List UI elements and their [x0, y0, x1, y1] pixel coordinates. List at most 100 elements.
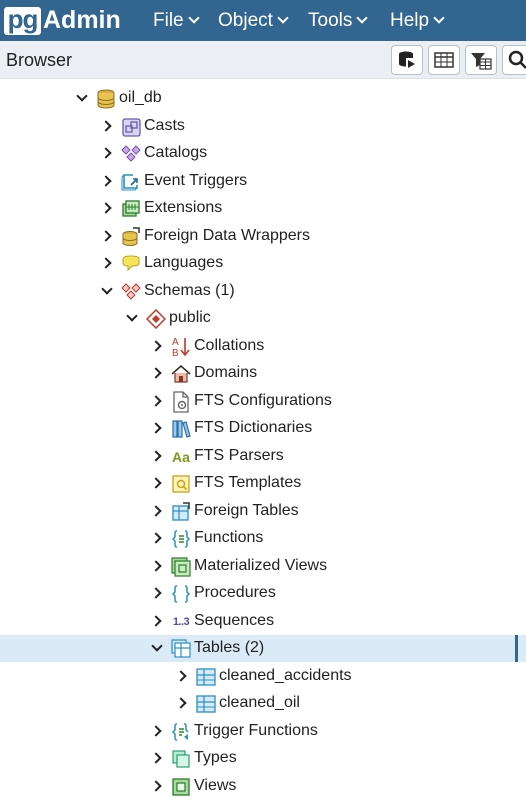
tree-node-foreign-tables[interactable]: Foreign Tables	[0, 498, 526, 525]
expand-toggle[interactable]	[99, 147, 113, 159]
expand-toggle[interactable]	[149, 477, 163, 489]
tree-node-event-triggers[interactable]: Event Triggers	[0, 168, 526, 195]
tree-label: Casts	[144, 117, 185, 134]
menu-tools-label: Tools	[308, 9, 353, 31]
tree-node-procedures[interactable]: Procedures	[0, 580, 526, 607]
function-icon	[171, 529, 191, 549]
search-icon	[508, 50, 526, 69]
tree-node-extensions[interactable]: Extensions	[0, 195, 526, 222]
tree-label: cleaned_accidents	[219, 667, 352, 684]
expand-toggle[interactable]	[99, 257, 113, 269]
expand-toggle[interactable]	[99, 175, 113, 187]
expand-toggle[interactable]	[149, 450, 163, 462]
tree-label: Foreign Tables	[194, 502, 299, 519]
tree-label: Domains	[194, 364, 258, 381]
chevron-down-icon	[277, 12, 289, 24]
view-data-button[interactable]	[428, 45, 460, 75]
tree-node-table-cleaned-oil[interactable]: cleaned_oil	[0, 690, 526, 717]
tables-icon	[171, 639, 191, 659]
expand-toggle[interactable]	[174, 670, 188, 682]
table-grid-icon	[434, 52, 454, 68]
table-icon	[196, 667, 216, 687]
menu-object[interactable]: Object	[218, 0, 289, 41]
expand-toggle[interactable]	[149, 587, 163, 599]
tree-node-catalogs[interactable]: Catalogs	[0, 140, 526, 167]
collation-icon: A B	[171, 337, 191, 358]
expand-toggle[interactable]	[149, 340, 163, 352]
tree-label: Foreign Data Wrappers	[144, 227, 310, 244]
tree-node-fts-templates[interactable]: FTS Templates	[0, 470, 526, 497]
tree-node-casts[interactable]: Casts	[0, 113, 526, 140]
tree-node-collations[interactable]: A B Collations	[0, 333, 526, 360]
foreign-table-icon	[171, 502, 191, 522]
chevron-down-icon	[356, 12, 369, 24]
tree-node-languages[interactable]: Languages	[0, 250, 526, 277]
expand-toggle[interactable]	[149, 422, 163, 434]
tree-node-fts-dictionaries[interactable]: FTS Dictionaries	[0, 415, 526, 442]
menu-tools[interactable]: Tools	[308, 0, 369, 41]
expand-toggle[interactable]	[149, 780, 163, 792]
tree-label: FTS Configurations	[194, 392, 332, 409]
extension-icon	[121, 199, 141, 219]
expand-toggle[interactable]	[149, 532, 163, 544]
tree-label: Trigger Functions	[194, 722, 318, 739]
collation-glyph-a: A	[172, 337, 179, 348]
tree-node-trigger-functions[interactable]: Trigger Functions	[0, 718, 526, 745]
expand-toggle[interactable]	[99, 230, 113, 242]
fts-dictionary-icon	[171, 419, 191, 439]
tree-node-fts-configurations[interactable]: FTS Configurations	[0, 388, 526, 415]
tree-node-functions[interactable]: Functions	[0, 525, 526, 552]
domain-house-icon	[171, 364, 191, 384]
collapse-toggle[interactable]	[151, 640, 163, 654]
menu-help[interactable]: Help	[390, 0, 445, 41]
database-icon	[96, 89, 116, 109]
collapse-toggle[interactable]	[126, 310, 138, 324]
collapse-toggle[interactable]	[101, 283, 113, 297]
tree-node-schemas[interactable]: Schemas (1)	[0, 278, 526, 305]
chevron-down-icon	[433, 12, 445, 24]
materialized-view-icon	[171, 557, 191, 577]
expand-toggle[interactable]	[99, 120, 113, 132]
fts-template-icon	[171, 474, 191, 494]
expand-toggle[interactable]	[149, 752, 163, 764]
tree-label: Procedures	[194, 584, 276, 601]
search-objects-button[interactable]	[502, 45, 526, 75]
expand-toggle[interactable]	[149, 367, 163, 379]
expand-toggle[interactable]	[149, 725, 163, 737]
tree-node-foreign-data-wrappers[interactable]: Foreign Data Wrappers	[0, 223, 526, 250]
menu-file-label: File	[153, 9, 184, 31]
logo-pg-mark: pg	[4, 6, 41, 35]
filter-table-icon	[471, 53, 492, 70]
tree-label: FTS Parsers	[194, 447, 284, 464]
expand-toggle[interactable]	[174, 697, 188, 709]
tree-node-domains[interactable]: Domains	[0, 360, 526, 387]
filtered-rows-button[interactable]	[465, 45, 497, 75]
fts-configuration-icon	[171, 391, 191, 413]
tree-label: public	[169, 309, 211, 326]
menu-help-label: Help	[390, 9, 430, 31]
expand-toggle[interactable]	[149, 615, 163, 627]
tree-label: Types	[194, 749, 237, 766]
view-icon	[171, 777, 191, 797]
tree-node-tables[interactable]: Tables (2)	[0, 635, 526, 662]
tree-node-types[interactable]: Types	[0, 745, 526, 772]
expand-toggle[interactable]	[149, 560, 163, 572]
tree-node-database[interactable]: oil_db	[0, 85, 526, 112]
top-navbar: pg Admin File Object Tools Help	[0, 0, 526, 41]
pgadmin-logo[interactable]: pg Admin	[4, 6, 121, 35]
tree-node-views[interactable]: Views	[0, 773, 526, 800]
tree-label: FTS Dictionaries	[194, 419, 313, 436]
query-tool-button[interactable]	[391, 45, 423, 75]
tree-label: Collations	[194, 337, 265, 354]
expand-toggle[interactable]	[149, 395, 163, 407]
expand-toggle[interactable]	[149, 505, 163, 517]
tree-node-table-cleaned-accidents[interactable]: cleaned_accidents	[0, 663, 526, 690]
tree-node-schema-public[interactable]: public	[0, 305, 526, 332]
tree-node-fts-parsers[interactable]: Aa FTS Parsers	[0, 443, 526, 470]
tree-node-sequences[interactable]: 1..3 Sequences	[0, 608, 526, 635]
expand-toggle[interactable]	[99, 202, 113, 214]
collapse-toggle[interactable]	[76, 90, 88, 104]
tree-node-materialized-views[interactable]: Materialized Views	[0, 553, 526, 580]
menu-file[interactable]: File	[153, 0, 200, 41]
logo-admin-text: Admin	[43, 6, 121, 34]
